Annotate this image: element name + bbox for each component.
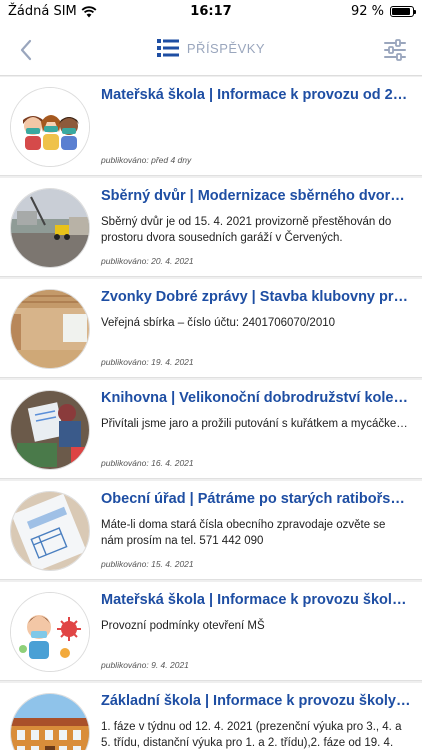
post-thumbnail <box>10 188 90 268</box>
collection-yard-photo <box>11 189 89 267</box>
library-easter-photo <box>11 391 89 469</box>
status-bar: Žádná SIM 16:17 92 % <box>0 0 422 24</box>
page-title: PŘÍSPĚVKY <box>186 40 266 56</box>
post-date: publikováno: před 4 dny <box>101 155 192 165</box>
post-thumbnail <box>10 390 90 470</box>
filter-button[interactable] <box>382 37 408 63</box>
post-title: Obecní úřad | Pátráme po starých ratiboř… <box>101 491 411 507</box>
sliders-icon <box>384 39 406 61</box>
post-card[interactable]: Obecní úřad | Pátráme po starých ratiboř… <box>0 481 422 580</box>
post-card[interactable]: Zvonky Dobré zprávy | Stavba klubovny pr… <box>0 279 422 378</box>
post-card[interactable]: Knihovna | Velikonoční dobrodružství kol… <box>0 380 422 479</box>
post-thumbnail <box>10 693 90 750</box>
post-date: publikováno: 19. 4. 2021 <box>101 357 194 367</box>
post-date: publikováno: 9. 4. 2021 <box>101 660 189 670</box>
school-building-photo <box>11 694 89 750</box>
post-excerpt: Provozní podmínky otevření MŠ <box>101 620 265 632</box>
battery-level <box>392 8 411 15</box>
post-card[interactable]: Mateřská škola | Informace k provozu od … <box>0 77 422 176</box>
post-title: Zvonky Dobré zprávy | Stavba klubovny pr… <box>101 289 411 305</box>
post-thumbnail <box>10 592 90 672</box>
post-excerpt: Máte-li doma stará čísla obecního zpravo… <box>101 519 386 547</box>
nav-title-group: PŘÍSPĚVKY <box>0 38 422 58</box>
posts-feed: Mateřská škola | Informace k provozu od … <box>0 77 422 750</box>
post-card[interactable]: Základní škola | Informace k provozu ško… <box>0 683 422 750</box>
kids-with-masks-image <box>11 88 89 166</box>
post-title: Knihovna | Velikonoční dobrodružství kol… <box>101 390 411 406</box>
post-date: publikováno: 15. 4. 2021 <box>101 559 194 569</box>
kid-and-virus-image <box>11 593 89 671</box>
post-card[interactable]: Mateřská škola | Informace k provozu ško… <box>0 582 422 681</box>
post-thumbnail <box>10 491 90 571</box>
post-title: Mateřská škola | Informace k provozu od … <box>101 87 411 103</box>
status-right: 92 % <box>350 4 416 19</box>
post-excerpt: Sběrný dvůr je od 15. 4. 2021 provizorně… <box>101 216 392 244</box>
battery-percentage: 92 % <box>350 4 384 19</box>
post-excerpt: Veřejná sbírka – číslo účtu: 2401706070/… <box>101 317 336 329</box>
post-card[interactable]: Sběrný dvůr | Modernizace sběrného dvora… <box>0 178 422 277</box>
list-icon <box>156 39 179 57</box>
post-excerpt: 1. fáze v týdnu od 12. 4. 2021 (prezenčn… <box>101 721 402 749</box>
post-date: publikováno: 20. 4. 2021 <box>101 256 194 266</box>
post-date: publikováno: 16. 4. 2021 <box>101 458 194 468</box>
post-thumbnail <box>10 87 90 167</box>
old-newsletter-photo <box>11 492 89 570</box>
post-title: Základní škola | Informace k provozu ško… <box>101 693 411 709</box>
post-title: Sběrný dvůr | Modernizace sběrného dvora… <box>101 188 411 204</box>
navigation-bar: PŘÍSPĚVKY <box>0 24 422 76</box>
post-title: Mateřská škola | Informace k provozu ško… <box>101 592 411 608</box>
post-thumbnail <box>10 289 90 369</box>
post-excerpt: Přivítali jsme jaro a prožili putování s… <box>101 418 411 430</box>
battery-icon <box>390 6 416 17</box>
wooden-clubhouse-photo <box>11 290 89 368</box>
